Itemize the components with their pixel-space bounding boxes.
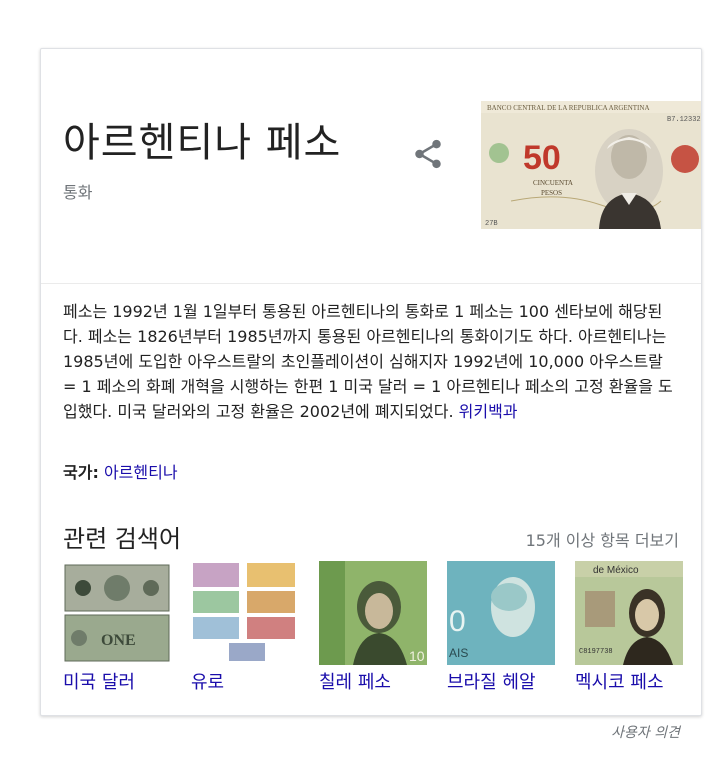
svg-text:AIS: AIS [449,646,468,660]
banknote-header: BANCO CENTRAL DE LA REPUBLICA ARGENTINA [487,104,650,112]
related-item-eur[interactable]: 유로 [191,561,299,694]
country-label: 국가: [63,463,99,482]
related-item-label[interactable]: 브라질 헤알 [447,668,555,694]
svg-text:0: 0 [449,605,466,638]
svg-text:ONE: ONE [101,632,136,649]
share-button[interactable] [411,137,445,171]
argentina-50-peso-note: BANCO CENTRAL DE LA REPUBLICA ARGENTINA … [481,101,701,229]
banknote-denomination: 50 [523,139,561,177]
related-item-usd[interactable]: ONE 미국 달러 [63,561,171,694]
related-more-link[interactable]: 15개 이상 항목 더보기 [526,527,679,551]
section-divider [41,283,701,284]
related-item-brl[interactable]: 0 AIS 브라질 헤알 [447,561,555,694]
related-item-label[interactable]: 멕시코 페소 [575,668,683,694]
related-item-label[interactable]: 칠레 페소 [319,668,427,694]
mxn-banner: de México [593,565,639,576]
svg-text:10: 10 [409,648,425,664]
entity-title: 아르헨티나 페소 [63,120,342,166]
related-item-label[interactable]: 미국 달러 [63,668,171,694]
related-item-label[interactable]: 유로 [191,668,299,694]
country-link[interactable]: 아르헨티나 [104,463,178,482]
svg-text:27B: 27B [485,220,498,228]
description: 페소는 1992년 1월 1일부터 통용된 아르헨티나의 통화로 1 페소는 1… [63,299,679,424]
eur-thumbnail [191,561,299,665]
banknote-unit: PESOS [541,189,562,197]
brl-thumbnail: 0 AIS [447,561,555,665]
description-text: 페소는 1992년 1월 1일부터 통용된 아르헨티나의 통화로 1 페소는 1… [63,302,673,421]
banknote-word: CINCUENTA [533,179,573,187]
wikipedia-link[interactable]: 위키백과 [459,402,518,421]
clp-thumbnail: 10 [319,561,427,665]
country-fact: 국가: 아르헨티나 [63,459,178,483]
share-icon [415,139,441,169]
usd-thumbnail: ONE [63,561,171,665]
knowledge-panel: 아르헨티나 페소 통화 BANCO CENTRAL DE LA REPUBLIC… [40,48,702,716]
entity-subtitle: 통화 [63,183,93,202]
mxn-thumbnail: de México C8197738 [575,561,683,665]
related-searches-title: 관련 검색어 [63,525,182,553]
related-item-mxn[interactable]: de México C8197738 멕시코 페소 [575,561,683,694]
related-item-clp[interactable]: 10 칠레 페소 [319,561,427,694]
feedback-link[interactable]: 사용자 의견 [611,722,680,742]
banknote-serial: B7.12332 [667,116,701,124]
banknote-image[interactable]: BANCO CENTRAL DE LA REPUBLICA ARGENTINA … [481,101,701,229]
svg-text:C8197738: C8197738 [579,648,613,656]
related-searches: ONE 미국 달러 유로 10 칠레 페소 0 AIS 브라질 헤알 de Mé… [63,561,683,701]
